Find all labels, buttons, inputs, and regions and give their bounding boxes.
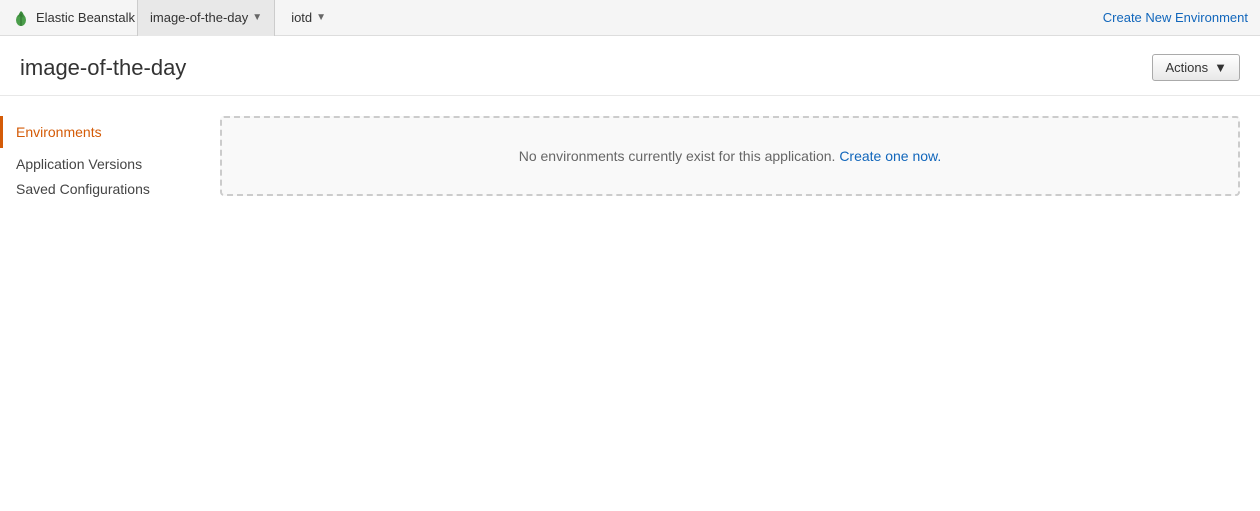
empty-state-text: No environments currently exist for this… [519, 148, 836, 164]
env-tab-label: iotd [291, 10, 312, 25]
content-area: No environments currently exist for this… [200, 106, 1260, 210]
actions-button[interactable]: Actions ▼ [1152, 54, 1240, 81]
brand-label: Elastic Beanstalk [36, 10, 135, 25]
app-tab-label: image-of-the-day [150, 10, 248, 25]
page-header: image-of-the-day Actions ▼ [0, 36, 1260, 96]
create-new-environment-link[interactable]: Create New Environment [1103, 10, 1248, 25]
env-tab-arrow: ▼ [316, 12, 326, 23]
create-one-now-link[interactable]: Create one now. [839, 148, 941, 164]
sidebar-item-environments[interactable]: Environments [0, 116, 200, 148]
sidebar: Environments Application Versions Saved … [0, 106, 200, 210]
app-tab-arrow: ▼ [252, 12, 262, 23]
actions-label: Actions [1165, 60, 1208, 75]
navbar: Elastic Beanstalk image-of-the-day ▼ iot… [0, 0, 1260, 36]
navbar-brand[interactable]: Elastic Beanstalk [12, 9, 135, 27]
page-title: image-of-the-day [20, 55, 186, 81]
beanstalk-icon [12, 9, 30, 27]
app-tab[interactable]: image-of-the-day ▼ [137, 0, 275, 36]
sidebar-item-saved-configurations[interactable]: Saved Configurations [0, 173, 166, 205]
env-tab[interactable]: iotd ▼ [279, 0, 338, 36]
actions-dropdown-arrow: ▼ [1214, 60, 1227, 75]
empty-state-box: No environments currently exist for this… [220, 116, 1240, 196]
main-layout: Environments Application Versions Saved … [0, 96, 1260, 210]
